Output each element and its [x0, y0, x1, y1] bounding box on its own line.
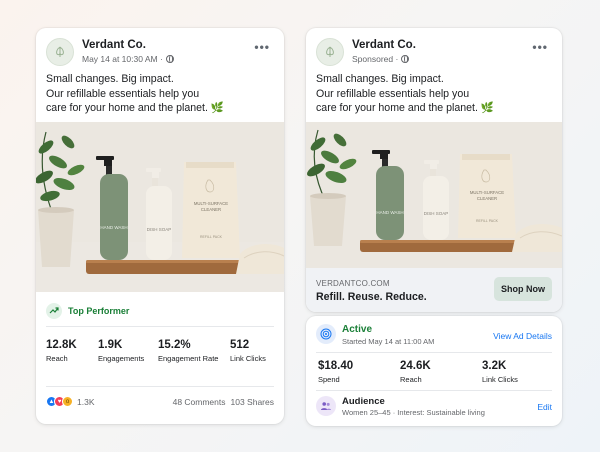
stat-engagements: 1.9K Engagements	[98, 339, 158, 363]
refill-pouch: MULTI-SURFACE CLEANER REFILL PACK	[182, 162, 240, 258]
caption-line: Our refillable essentials help you	[46, 87, 200, 100]
ad-status: Active	[342, 324, 373, 335]
post-header: Verdant Co. Sponsored · •••	[316, 38, 552, 68]
pouch-title: MULTI-SURFACE	[194, 201, 228, 206]
organic-post-card: Verdant Co. May 14 at 10:30 AM · ••• Sma…	[36, 28, 284, 424]
audience-description: Women 25–45 · Interest: Sustainable livi…	[342, 408, 485, 417]
stat-link-clicks: 512 Link Clicks	[230, 339, 266, 363]
bottle-label-dish-soap: DISH SOAP	[424, 211, 449, 216]
shares-count[interactable]: 103 Shares	[231, 397, 274, 407]
caption-line: Our refillable essentials help you	[316, 87, 470, 100]
globe-icon	[401, 55, 410, 63]
product-photo[interactable]: HAND WASH DISH SOAP MULTI-SURFACE CLEANE…	[306, 122, 562, 268]
bottle-label-dish-soap: DISH SOAP	[147, 227, 172, 232]
brand-name[interactable]: Verdant Co.	[352, 39, 416, 51]
stat-label: Engagements	[98, 354, 145, 363]
stat-value: 15.2%	[158, 339, 191, 351]
stat-engagement-rate: 15.2% Engagement Rate	[158, 339, 230, 363]
shop-now-button[interactable]: Shop Now	[494, 277, 552, 301]
audience-icon	[316, 396, 336, 416]
reactions-summary[interactable]: ▲ ♥ o 1.3K	[46, 396, 95, 407]
stat-label: Reach	[400, 375, 422, 384]
engagement-counts: 48 Comments 103 Shares	[173, 397, 274, 407]
divider	[316, 390, 552, 391]
sponsored-label: Sponsored ·	[352, 54, 399, 64]
post-timestamp[interactable]: May 14 at 10:30 AM ·	[82, 54, 163, 64]
divider	[46, 326, 274, 327]
target-icon	[316, 324, 336, 344]
audience-title: Audience	[342, 396, 385, 407]
stat-value: $18.40	[318, 360, 354, 372]
stat-value: 512	[230, 339, 250, 351]
stat-label: Engagement Rate	[158, 354, 219, 363]
post-header: Verdant Co. May 14 at 10:30 AM · •••	[46, 38, 274, 68]
herb-emoji: 🌿	[480, 102, 495, 114]
caption-line: care for your home and the planet.	[46, 102, 208, 114]
post-caption: Small changes. Big impact. Our refillabl…	[46, 72, 274, 116]
pouch-title: MULTI-SURFACE	[470, 190, 504, 195]
wow-reaction-icon: o	[62, 396, 73, 407]
comments-count[interactable]: 48 Comments	[173, 397, 226, 407]
pouch-subtitle: REFILL PACK	[200, 235, 223, 239]
stat-label: Spend	[318, 375, 340, 384]
product-scene: HAND WASH DISH SOAP MULTI-SURFACE CLEANE…	[36, 122, 284, 292]
globe-icon	[165, 55, 174, 63]
stat-spend: $18.40 Spend	[318, 360, 400, 384]
brand-name[interactable]: Verdant Co.	[82, 39, 146, 51]
ad-link-footer[interactable]: VERDANTCO.COM Refill. Reuse. Reduce. Sho…	[306, 268, 562, 312]
post-meta: Sponsored ·	[352, 54, 410, 64]
stat-value: 1.9K	[98, 339, 123, 351]
stat-reach: 12.8K Reach	[46, 339, 98, 363]
stat-reach: 24.6K Reach	[400, 360, 482, 384]
view-ad-details-link[interactable]: View Ad Details	[493, 331, 552, 341]
post-caption: Small changes. Big impact. Our refillabl…	[316, 72, 552, 116]
product-photo[interactable]: HAND WASH DISH SOAP MULTI-SURFACE CLEANE…	[36, 122, 284, 292]
pouch-title: CLEANER	[477, 196, 497, 201]
brand-avatar[interactable]	[316, 38, 344, 66]
ad-status-card: Active Started May 14 at 11:00 AM View A…	[306, 316, 562, 426]
stat-label: Link Clicks	[482, 375, 518, 384]
ad-headline: Refill. Reuse. Reduce.	[316, 291, 427, 303]
reaction-count: 1.3K	[77, 396, 95, 407]
stat-value: 12.8K	[46, 339, 77, 351]
post-meta: May 14 at 10:30 AM ·	[82, 54, 174, 64]
top-performer-badge: Top Performer	[46, 300, 129, 322]
leaf-logo-icon	[56, 46, 64, 57]
edit-audience-link[interactable]: Edit	[537, 402, 552, 412]
pouch-subtitle: REFILL PACK	[476, 219, 499, 223]
trending-up-icon	[46, 303, 62, 319]
sponsored-post-card: Verdant Co. Sponsored · ••• Small change…	[306, 28, 562, 312]
post-stats: 12.8K Reach 1.9K Engagements 15.2% Engag…	[46, 339, 278, 363]
herb-emoji: 🌿	[210, 102, 225, 114]
divider	[316, 352, 552, 353]
bottle-label-hand-wash: HAND WASH	[100, 225, 127, 230]
leaf-logo-icon	[326, 46, 334, 57]
bottle-label-hand-wash: HAND WASH	[376, 210, 403, 215]
ad-domain: VERDANTCO.COM	[316, 279, 390, 288]
divider	[46, 386, 274, 387]
pouch-title: CLEANER	[201, 207, 221, 212]
stat-link-clicks: 3.2K Link Clicks	[482, 360, 518, 384]
stat-label: Reach	[46, 354, 68, 363]
ad-start-time: Started May 14 at 11:00 AM	[342, 337, 435, 346]
stat-value: 3.2K	[482, 360, 507, 372]
refill-pouch: MULTI-SURFACE CLEANER REFILL PACK	[458, 154, 516, 238]
caption-line: care for your home and the planet.	[316, 102, 478, 114]
brand-avatar[interactable]	[46, 38, 74, 66]
stat-label: Link Clicks	[230, 354, 266, 363]
caption-line: Small changes. Big impact.	[46, 73, 174, 85]
more-options-icon[interactable]: •••	[254, 40, 270, 54]
top-performer-label: Top Performer	[68, 306, 130, 316]
caption-line: Small changes. Big impact.	[316, 73, 444, 85]
ad-stats: $18.40 Spend 24.6K Reach 3.2K Link Click…	[318, 360, 552, 384]
stat-value: 24.6K	[400, 360, 431, 372]
more-options-icon[interactable]: •••	[532, 40, 548, 54]
product-scene: HAND WASH DISH SOAP MULTI-SURFACE CLEANE…	[306, 122, 562, 268]
